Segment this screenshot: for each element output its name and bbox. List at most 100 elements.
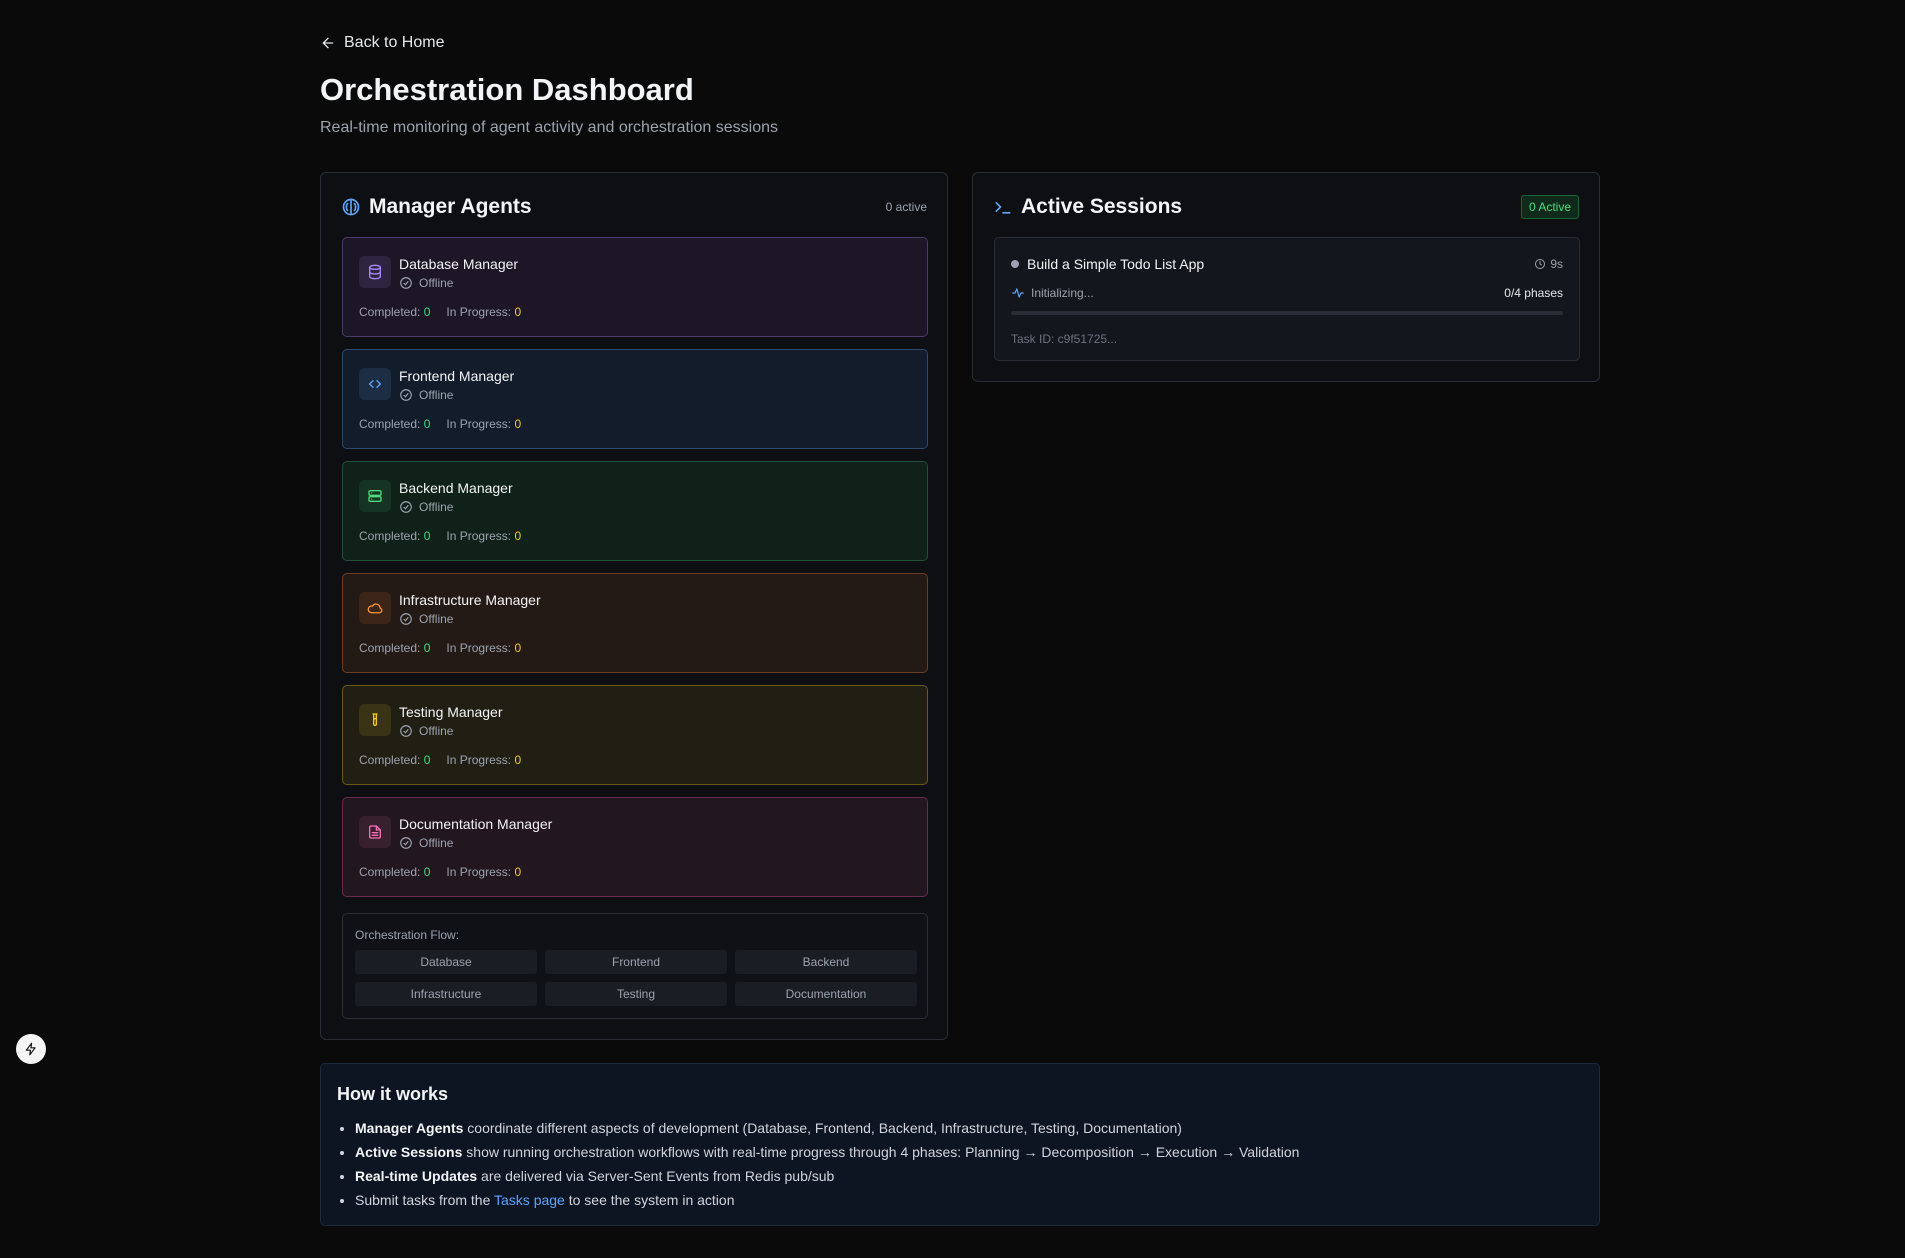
session-phases: 0/4 phases <box>1504 286 1563 300</box>
session-title: Build a Simple Todo List App <box>1027 256 1205 272</box>
in-progress-value: 0 <box>514 865 522 879</box>
list-item-bold: Manager Agents <box>355 1120 464 1136</box>
active-sessions-badge: 0 Active <box>1520 195 1579 219</box>
agent-icon-wrap <box>359 816 391 848</box>
in-progress-stat: In Progress: 0 <box>446 417 521 431</box>
in-progress-stat: In Progress: 0 <box>446 753 521 767</box>
session-progress-bar <box>1011 311 1563 315</box>
manager-agents-title-text: Manager Agents <box>369 195 532 218</box>
manager-agents-header: Manager Agents 0 active <box>341 195 927 219</box>
completed-stat: Completed: 0 <box>359 753 430 767</box>
database-icon <box>369 264 381 280</box>
check-circle-icon <box>400 837 412 849</box>
list-item: Active Sessions show running orchestrati… <box>355 1140 1299 1164</box>
agent-card-backend[interactable]: Backend Manager Offline Completed: 0 In … <box>342 461 928 561</box>
completed-stat: Completed: 0 <box>359 305 430 319</box>
server-icon <box>368 490 382 502</box>
lightning-icon <box>25 1042 36 1056</box>
check-circle-icon <box>400 501 412 513</box>
in-progress-value: 0 <box>514 641 522 655</box>
agent-stats: Completed: 0 In Progress: 0 <box>359 865 521 879</box>
agent-stats: Completed: 0 In Progress: 0 <box>359 305 521 319</box>
check-circle-icon <box>400 725 412 737</box>
manager-agents-panel: Manager Agents 0 active Database Manager… <box>320 172 948 1040</box>
manager-agents-title: Manager Agents <box>341 195 532 219</box>
completed-value: 0 <box>423 753 431 767</box>
agent-status-text: Offline <box>419 276 454 290</box>
agent-status: Offline <box>399 388 453 402</box>
agent-icon-wrap <box>359 704 391 736</box>
completed-value: 0 <box>423 417 431 431</box>
in-progress-label: In Progress: <box>446 865 512 879</box>
back-link-label: Back to Home <box>344 34 445 51</box>
in-progress-stat: In Progress: 0 <box>446 529 521 543</box>
back-to-home-link[interactable]: Back to Home <box>320 34 444 52</box>
flow-step-database: Database <box>355 950 537 974</box>
completed-label: Completed: <box>359 417 421 431</box>
agent-status: Offline <box>399 612 453 626</box>
file-text-icon <box>369 825 381 839</box>
list-item-bold: Active Sessions <box>355 1144 463 1160</box>
session-task-id: Task ID: c9f51725... <box>1011 332 1118 346</box>
completed-label: Completed: <box>359 641 421 655</box>
session-elapsed-text: 9s <box>1550 257 1563 271</box>
completed-stat: Completed: 0 <box>359 529 430 543</box>
agent-status: Offline <box>399 500 453 514</box>
agent-icon-wrap <box>359 592 391 624</box>
completed-value: 0 <box>423 529 431 543</box>
how-it-works-list: Manager Agents coordinate different aspe… <box>337 1116 1299 1212</box>
agent-stats: Completed: 0 In Progress: 0 <box>359 641 521 655</box>
cloud-icon <box>367 603 383 614</box>
completed-label: Completed: <box>359 865 421 879</box>
agent-status: Offline <box>399 276 453 290</box>
session-card[interactable]: Build a Simple Todo List App 9s Initiali… <box>994 237 1580 361</box>
in-progress-value: 0 <box>514 529 522 543</box>
completed-value: 0 <box>423 305 431 319</box>
completed-label: Completed: <box>359 305 421 319</box>
flow-step-backend: Backend <box>735 950 917 974</box>
in-progress-label: In Progress: <box>446 417 512 431</box>
agent-stats: Completed: 0 In Progress: 0 <box>359 529 521 543</box>
agent-card-infrastructure[interactable]: Infrastructure Manager Offline Completed… <box>342 573 928 673</box>
session-state-text: Initializing... <box>1031 286 1094 300</box>
completed-stat: Completed: 0 <box>359 865 430 879</box>
agent-icon-wrap <box>359 368 391 400</box>
agent-name: Frontend Manager <box>399 368 515 384</box>
agent-status-text: Offline <box>419 388 454 402</box>
agent-card-documentation[interactable]: Documentation Manager Offline Completed:… <box>342 797 928 897</box>
agent-card-frontend[interactable]: Frontend Manager Offline Completed: 0 In… <box>342 349 928 449</box>
code-icon <box>369 380 381 388</box>
terminal-icon <box>995 202 1011 214</box>
flow-step-frontend: Frontend <box>545 950 727 974</box>
how-it-works-section: How it works Manager Agents coordinate d… <box>320 1063 1600 1226</box>
agent-status: Offline <box>399 724 453 738</box>
agent-name: Testing Manager <box>399 704 503 720</box>
page-subtitle: Real-time monitoring of agent activity a… <box>320 119 778 136</box>
test-tube-icon <box>372 713 378 726</box>
in-progress-value: 0 <box>514 417 522 431</box>
agent-card-testing[interactable]: Testing Manager Offline Completed: 0 In … <box>342 685 928 785</box>
agent-name: Infrastructure Manager <box>399 592 541 608</box>
list-item: Real-time Updates are delivered via Serv… <box>355 1164 1299 1188</box>
in-progress-label: In Progress: <box>446 753 512 767</box>
orchestration-flow: Orchestration Flow: Database Frontend Ba… <box>342 913 928 1019</box>
dev-tools-button[interactable] <box>16 1034 46 1064</box>
session-elapsed: 9s <box>1534 257 1563 271</box>
session-state: Initializing... <box>1011 286 1094 300</box>
agents-active-count: 0 active <box>885 200 927 214</box>
tasks-page-link[interactable]: Tasks page <box>494 1192 565 1208</box>
list-item-suffix: to see the system in action <box>564 1192 735 1208</box>
agent-status: Offline <box>399 836 453 850</box>
agent-stats: Completed: 0 In Progress: 0 <box>359 417 521 431</box>
list-item-bold: Real-time Updates <box>355 1168 478 1184</box>
in-progress-stat: In Progress: 0 <box>446 641 521 655</box>
completed-stat: Completed: 0 <box>359 417 430 431</box>
list-item-text: coordinate different aspects of developm… <box>463 1120 1182 1136</box>
agent-card-database[interactable]: Database Manager Offline Completed: 0 In… <box>342 237 928 337</box>
in-progress-label: In Progress: <box>446 305 512 319</box>
completed-label: Completed: <box>359 529 421 543</box>
activity-icon <box>1012 288 1024 298</box>
arrow-left-icon <box>322 37 334 49</box>
page-title: Orchestration Dashboard <box>320 72 694 107</box>
agent-icon-wrap <box>359 480 391 512</box>
